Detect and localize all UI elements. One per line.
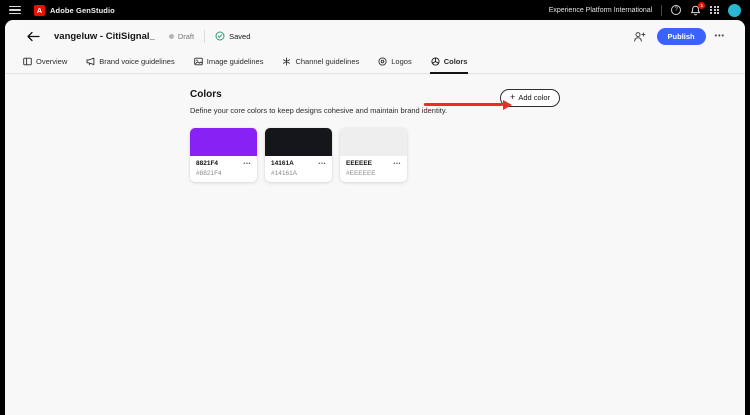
color-hex: #EEEEEE	[346, 169, 376, 177]
color-name: EEEEEE	[346, 160, 373, 167]
saved-label: Saved	[229, 31, 251, 41]
color-swatch	[190, 128, 257, 156]
color-swatch	[340, 128, 407, 156]
color-name: 8821F4	[196, 160, 219, 167]
document-toolbar: vangeluw - CitiSignal_ Draft Saved Publi…	[5, 20, 745, 52]
plus-icon: +	[510, 92, 516, 102]
content-panel: vangeluw - CitiSignal_ Draft Saved Publi…	[5, 20, 745, 415]
color-hex: #14161A	[271, 169, 298, 177]
section-heading: Colors	[190, 89, 222, 100]
hamburger-menu-icon[interactable]	[9, 5, 21, 15]
card-menu-button[interactable]: •••	[318, 161, 326, 167]
notifications-button[interactable]: 1	[690, 1, 706, 16]
overview-icon	[23, 57, 32, 66]
share-users-button[interactable]	[633, 31, 646, 42]
app-switcher-button[interactable]	[710, 5, 719, 15]
asterisk-icon	[283, 57, 291, 66]
tab-overview[interactable]: Overview	[22, 52, 68, 74]
add-color-button[interactable]: + Add color	[500, 89, 560, 107]
tab-channel-guidelines[interactable]: Channel guidelines	[281, 52, 360, 74]
tab-label: Image guidelines	[206, 57, 264, 66]
apps-grid-icon	[710, 5, 719, 15]
logos-icon	[378, 57, 387, 66]
guidelines-tabbar: Overview Brand voice guidelines Image gu…	[5, 52, 745, 74]
topbar-divider	[661, 4, 663, 16]
color-hex: #8821F4	[196, 169, 222, 177]
tab-label: Logos	[391, 57, 412, 66]
user-avatar[interactable]	[728, 3, 741, 17]
help-icon: ?	[671, 5, 682, 15]
check-circle-icon	[215, 31, 225, 41]
megaphone-icon	[86, 57, 95, 66]
colors-section: Colors Define your core colors to keep d…	[190, 89, 560, 182]
draft-dot-icon	[168, 33, 174, 39]
tab-label: Colors	[443, 57, 468, 66]
tab-label: Brand voice guidelines	[99, 57, 175, 66]
add-user-icon	[633, 31, 645, 41]
color-wheel-icon	[431, 57, 440, 66]
image-icon	[193, 57, 203, 66]
arrow-left-icon	[27, 31, 40, 41]
color-swatch	[265, 128, 332, 156]
color-name: 14161A	[271, 160, 294, 167]
tab-label: Channel guidelines	[295, 57, 360, 66]
app-name: Adobe GenStudio	[50, 5, 115, 15]
more-options-button[interactable]: •••	[715, 33, 725, 40]
color-card[interactable]: 14161A ••• #14161A	[265, 128, 332, 182]
color-card[interactable]: EEEEEE ••• #EEEEEE	[340, 128, 407, 182]
add-color-label: Add color	[518, 93, 550, 102]
notification-badge: 1	[698, 1, 706, 9]
publish-button[interactable]: Publish	[656, 27, 706, 45]
tab-logos[interactable]: Logos	[377, 52, 412, 74]
toolbar-divider	[204, 29, 206, 43]
saved-status: Saved	[215, 31, 250, 41]
adobe-logo: A	[34, 4, 45, 16]
card-menu-button[interactable]: •••	[243, 161, 251, 167]
tab-brand-voice-guidelines[interactable]: Brand voice guidelines	[85, 52, 175, 74]
color-cards-row: 8821F4 ••• #8821F4 14161A ••• #14161A EE…	[190, 128, 560, 182]
tab-colors[interactable]: Colors	[429, 52, 469, 74]
card-menu-button[interactable]: •••	[393, 161, 401, 167]
tab-label: Overview	[36, 57, 68, 66]
document-title[interactable]: vangeluw - CitiSignal_	[54, 31, 155, 42]
org-name[interactable]: Experience Platform International	[549, 7, 653, 14]
tab-image-guidelines[interactable]: Image guidelines	[193, 52, 265, 74]
top-app-bar: A Adobe GenStudio Experience Platform In…	[0, 0, 750, 20]
section-description: Define your core colors to keep designs …	[190, 106, 448, 115]
color-card[interactable]: 8821F4 ••• #8821F4	[190, 128, 257, 182]
draft-status: Draft	[168, 31, 195, 41]
back-button[interactable]	[27, 31, 40, 42]
draft-label: Draft	[177, 31, 195, 41]
help-button[interactable]: ?	[671, 5, 682, 15]
